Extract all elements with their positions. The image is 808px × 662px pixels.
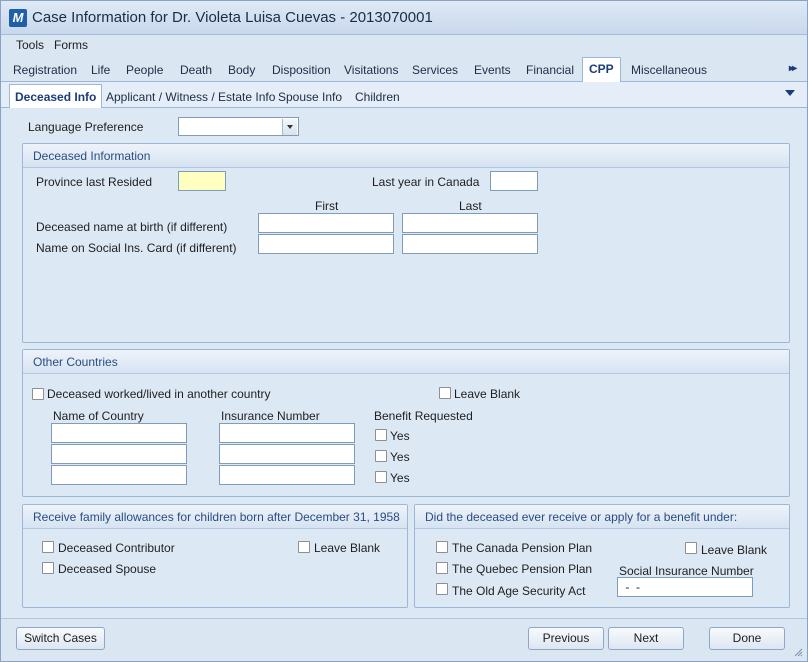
worked-other-country-label: Deceased worked/lived in another country (47, 387, 271, 401)
other-countries-leave-blank-checkbox[interactable] (439, 387, 451, 399)
subtab-deceased-info[interactable]: Deceased Info (9, 84, 103, 108)
chevron-down-icon[interactable] (282, 119, 297, 135)
first-column-header: First (315, 199, 339, 213)
tab-financial[interactable]: Financial (526, 63, 574, 77)
family-allowance-leave-blank-label: Leave Blank (314, 541, 381, 555)
switch-cases-button[interactable]: Switch Cases (16, 627, 105, 650)
birth-last-name-input[interactable] (402, 213, 538, 233)
province-input[interactable] (178, 171, 226, 191)
subtab-applicant-witness-estate[interactable]: Applicant / Witness / Estate Info (106, 90, 275, 104)
last-column-header: Last (459, 199, 482, 213)
title-bar: M Case Information for Dr. Violeta Luisa… (1, 1, 807, 35)
country-name-input[interactable] (51, 444, 187, 464)
tab-disposition[interactable]: Disposition (272, 63, 331, 77)
main-tab-strip: Registration Life People Death Body Disp… (1, 57, 807, 82)
tab-events[interactable]: Events (474, 63, 511, 77)
sin-name-label: Name on Social Ins. Card (if different) (36, 241, 237, 255)
insurance-number-input[interactable] (219, 444, 355, 464)
resize-grip-icon[interactable] (793, 647, 803, 657)
app-logo-icon: M (9, 9, 27, 27)
tab-miscellaneous[interactable]: Miscellaneous (631, 63, 707, 77)
language-preference-label: Language Preference (28, 120, 144, 134)
insurance-number-input[interactable] (219, 465, 355, 485)
subtab-spouse-info[interactable]: Spouse Info (278, 90, 342, 104)
canada-pension-plan-label: The Canada Pension Plan (452, 541, 593, 555)
country-name-input[interactable] (51, 465, 187, 485)
deceased-information-group: Deceased Information Province last Resid… (22, 143, 790, 343)
group-header: Other Countries (23, 350, 789, 374)
language-preference-select[interactable] (178, 117, 299, 136)
canada-pension-plan-checkbox[interactable] (436, 541, 448, 553)
group-header: Did the deceased ever receive or apply f… (415, 505, 789, 529)
benefit-yes-label: Yes (390, 471, 410, 485)
tab-cpp[interactable]: CPP (582, 57, 621, 82)
quebec-pension-plan-label: The Quebec Pension Plan (452, 562, 593, 576)
tab-life[interactable]: Life (91, 63, 110, 77)
next-button[interactable]: Next (608, 627, 684, 650)
insurance-column-header: Insurance Number (221, 409, 320, 423)
benefits-leave-blank-checkbox[interactable] (685, 542, 697, 554)
province-label: Province last Resided (36, 175, 153, 189)
tab-registration[interactable]: Registration (13, 63, 77, 77)
family-allowance-leave-blank-checkbox[interactable] (298, 541, 310, 553)
benefits-leave-blank-label: Leave Blank (701, 543, 768, 557)
sin-last-name-input[interactable] (402, 234, 538, 254)
sub-tab-strip: Deceased Info Applicant / Witness / Esta… (1, 82, 807, 108)
benefit-yes-checkbox[interactable] (375, 429, 387, 441)
country-column-header: Name of Country (53, 409, 144, 423)
sin-label: Social Insurance Number (619, 564, 754, 578)
case-information-window: M Case Information for Dr. Violeta Luisa… (0, 0, 808, 662)
group-header: Receive family allowances for children b… (23, 505, 407, 529)
group-header: Deceased Information (23, 144, 789, 168)
birth-first-name-input[interactable] (258, 213, 394, 233)
menu-bar: Tools Forms (1, 35, 807, 57)
tab-death[interactable]: Death (180, 63, 212, 77)
group-title: Deceased Information (33, 149, 151, 163)
subtab-children[interactable]: Children (355, 90, 400, 104)
deceased-contributor-label: Deceased Contributor (58, 541, 175, 555)
tab-services[interactable]: Services (412, 63, 458, 77)
other-countries-leave-blank-label: Leave Blank (454, 387, 521, 401)
benefit-yes-checkbox[interactable] (375, 450, 387, 462)
bottom-button-bar: Switch Cases Previous Next Done (1, 618, 807, 661)
other-countries-group: Other Countries Deceased worked/lived in… (22, 349, 790, 497)
tab-people[interactable]: People (126, 63, 163, 77)
last-year-input[interactable] (490, 171, 538, 191)
worked-other-country-checkbox[interactable] (32, 388, 44, 400)
insurance-number-input[interactable] (219, 423, 355, 443)
quebec-pension-plan-checkbox[interactable] (436, 562, 448, 574)
social-insurance-number-input[interactable]: - - (617, 577, 753, 597)
deceased-contributor-checkbox[interactable] (42, 541, 54, 553)
previous-button[interactable]: Previous (528, 627, 604, 650)
sin-first-name-input[interactable] (258, 234, 394, 254)
window-title: Case Information for Dr. Violeta Luisa C… (32, 9, 433, 26)
old-age-security-checkbox[interactable] (436, 583, 448, 595)
benefit-yes-label: Yes (390, 429, 410, 443)
birth-name-label: Deceased name at birth (if different) (36, 220, 228, 234)
country-name-input[interactable] (51, 423, 187, 443)
tab-body[interactable]: Body (228, 63, 255, 77)
benefit-yes-checkbox[interactable] (375, 471, 387, 483)
deceased-spouse-checkbox[interactable] (42, 562, 54, 574)
done-button[interactable]: Done (709, 627, 785, 650)
tab-visitations[interactable]: Visitations (344, 63, 398, 77)
subtab-dropdown-icon[interactable] (785, 90, 795, 96)
deceased-spouse-label: Deceased Spouse (58, 562, 157, 576)
benefit-column-header: Benefit Requested (374, 409, 473, 423)
benefit-history-group: Did the deceased ever receive or apply f… (414, 504, 790, 608)
benefit-yes-label: Yes (390, 450, 410, 464)
group-title: Other Countries (33, 355, 118, 369)
content-panel: Language Preference Deceased Information… (2, 108, 806, 618)
group-title: Did the deceased ever receive or apply f… (425, 510, 738, 524)
family-allowances-group: Receive family allowances for children b… (22, 504, 408, 608)
menu-forms[interactable]: Forms (54, 38, 88, 52)
menu-tools[interactable]: Tools (16, 38, 44, 52)
old-age-security-label: The Old Age Security Act (452, 584, 586, 598)
tabs-scroll-right-icon[interactable]: ▸▸ (789, 63, 797, 74)
group-title: Receive family allowances for children b… (33, 510, 400, 524)
last-year-label: Last year in Canada (372, 175, 480, 189)
